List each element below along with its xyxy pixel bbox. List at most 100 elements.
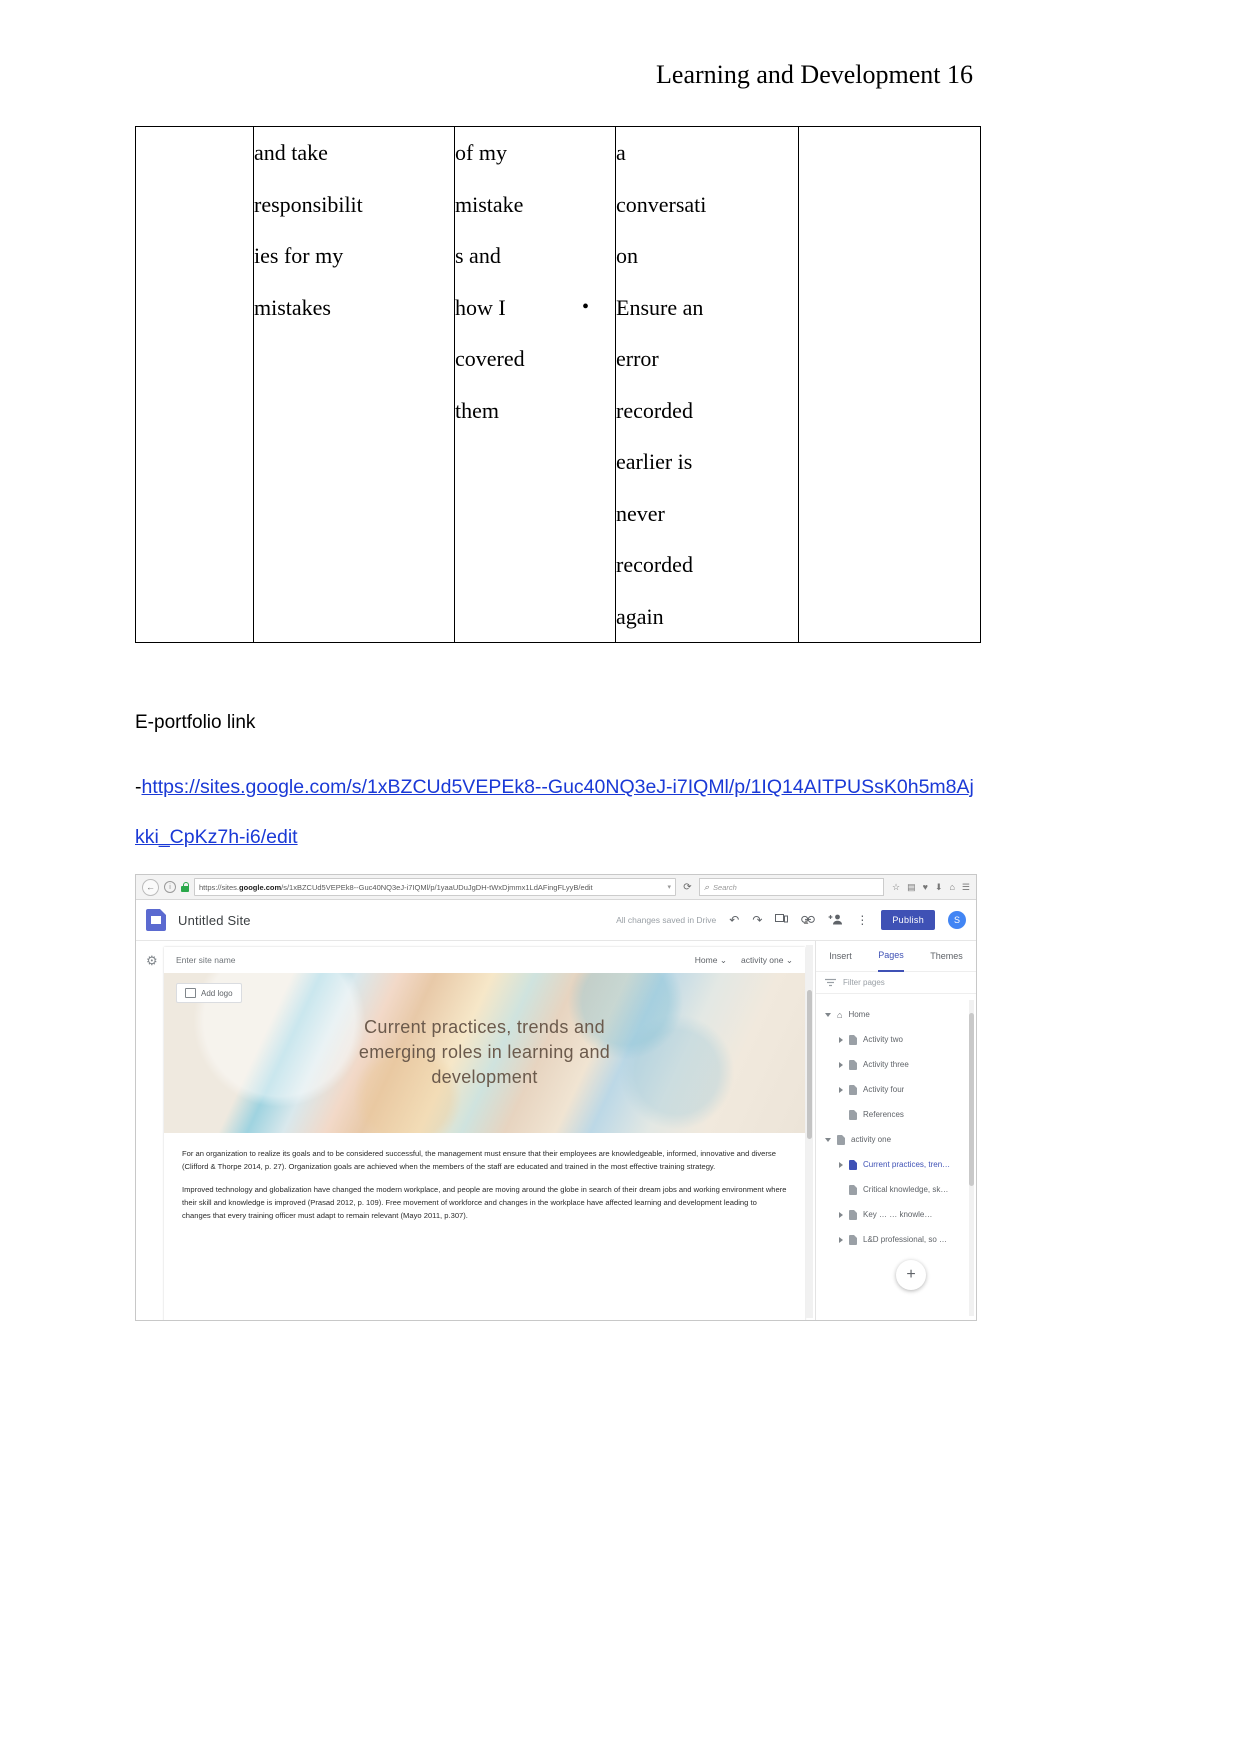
chevron-right-icon[interactable] <box>839 1211 843 1218</box>
url-prefix: https://sites. <box>199 882 240 892</box>
scrollbar-thumb[interactable] <box>969 1012 974 1187</box>
menu-icon[interactable]: ☰ <box>962 882 970 893</box>
chevron-down-icon[interactable] <box>825 1137 831 1142</box>
bookmark-star-icon[interactable]: ☆ <box>892 882 900 893</box>
tree-item-activity-four[interactable]: Activity four <box>816 1077 976 1102</box>
page-icon <box>849 1159 857 1170</box>
site-nav-links: Home ⌄ activity one ⌄ <box>695 955 793 966</box>
site-name-input[interactable]: Enter site name <box>176 955 236 965</box>
info-icon[interactable]: i <box>164 881 176 893</box>
chevron-down-icon[interactable] <box>825 1012 831 1017</box>
tree-label: Activity four <box>863 1085 905 1094</box>
home-icon[interactable]: ⌂ <box>949 882 954 892</box>
add-page-button[interactable]: + <box>896 1260 926 1290</box>
eportfolio-heading: E-portfolio link <box>135 712 256 733</box>
tree-label: Activity two <box>863 1035 904 1044</box>
chevron-right-icon[interactable] <box>839 1086 843 1093</box>
cell-line: of my <box>455 140 507 165</box>
image-icon <box>185 988 196 998</box>
chevron-right-icon[interactable] <box>839 1161 843 1168</box>
redo-icon[interactable]: ↷ <box>752 914 762 926</box>
tab-pages[interactable]: Pages <box>878 941 904 972</box>
nav-item-home[interactable]: Home ⌄ <box>695 955 727 966</box>
site-page-preview: Enter site name Home ⌄ activity one ⌄ Ad… <box>164 947 805 1320</box>
shield-icon[interactable]: ♥ <box>923 882 928 892</box>
tree-item-home[interactable]: ⌂ Home <box>816 1002 976 1027</box>
chevron-right-icon[interactable] <box>839 1061 843 1068</box>
table-cell-5 <box>798 126 981 643</box>
add-logo-label: Add logo <box>201 988 233 998</box>
tree-item-ld-professional[interactable]: L&D professional, so … <box>816 1227 976 1252</box>
save-status: All changes saved in Drive <box>616 915 717 925</box>
chevron-right-icon[interactable] <box>839 1236 843 1243</box>
home-icon: ⌂ <box>837 1009 843 1020</box>
hero-title-line: development <box>431 1067 538 1087</box>
publish-button[interactable]: Publish <box>881 910 935 930</box>
tree-item-references[interactable]: References <box>816 1102 976 1127</box>
back-icon[interactable]: ← <box>142 878 159 896</box>
paragraph: Improved technology and globalization ha… <box>182 1185 787 1220</box>
tree-item-key-knowledge[interactable]: Key … … knowle… <box>816 1202 976 1227</box>
collapse-arrow-icon[interactable]: ▲ <box>802 917 810 926</box>
tab-insert[interactable]: Insert <box>829 942 852 971</box>
cell-line: and take <box>254 140 328 165</box>
browser-search-box[interactable]: ⌕ Search <box>699 878 884 896</box>
tree-item-critical-knowledge[interactable]: Critical knowledge, sk… <box>816 1177 976 1202</box>
tree-item-current-practices[interactable]: Current practices, tren… <box>816 1152 976 1177</box>
url-suffix: /s/1xBZCUd5VEPEk8--Guc40NQ3eJ-i7IQMl/p/1… <box>281 882 593 892</box>
page-icon <box>837 1134 845 1145</box>
scrollbar-thumb[interactable] <box>807 989 812 1139</box>
browser-toolbar: ← i https://sites.google.com/s/1xBZCUd5V… <box>136 875 976 900</box>
address-bar[interactable]: https://sites.google.com/s/1xBZCUd5VEPEk… <box>194 878 676 896</box>
avatar[interactable]: S <box>948 911 966 929</box>
hero-title: Current practices, trends and emerging r… <box>164 1015 805 1090</box>
table-cell-2: and take responsibilit ies for my mistak… <box>253 126 455 643</box>
page-icon <box>849 1209 857 1220</box>
cell-line: Ensure an <box>616 294 704 320</box>
canvas-scrollbar[interactable] <box>806 945 813 1318</box>
cell-line: again <box>616 603 664 629</box>
panel-scrollbar[interactable] <box>969 1000 974 1316</box>
table-cell-1 <box>135 126 254 643</box>
chevron-right-icon[interactable] <box>839 1036 843 1043</box>
filter-pages-row[interactable]: Filter pages <box>816 972 976 994</box>
preview-icon-svg <box>775 914 789 923</box>
cell-line: how I <box>455 294 506 320</box>
cell-line: a <box>616 140 626 165</box>
chevron-down-icon[interactable]: ▾ <box>667 883 671 891</box>
url-line-2: pKz7h-i6/edit <box>183 826 298 848</box>
tree-item-activity-two[interactable]: Activity two <box>816 1027 976 1052</box>
tab-themes[interactable]: Themes <box>930 942 963 971</box>
library-icon[interactable]: ▤ <box>907 882 916 893</box>
add-logo-button[interactable]: Add logo <box>176 983 242 1003</box>
reload-icon[interactable]: ⟳ <box>681 882 694 893</box>
cell-line: s and <box>455 243 501 268</box>
nav-activity-one-label: activity one <box>740 954 784 965</box>
more-options-icon[interactable]: ⋮ <box>856 914 868 926</box>
site-content-text: For an organization to realize its goals… <box>164 1133 805 1222</box>
tree-item-activity-one[interactable]: activity one <box>816 1127 976 1152</box>
address-bar-text: https://sites.google.com/s/1xBZCUd5VEPEk… <box>199 883 663 892</box>
hero-title-line: Current practices, trends and <box>364 1017 605 1037</box>
preview-icon[interactable] <box>775 914 789 926</box>
download-icon[interactable]: ⬇ <box>935 882 943 893</box>
site-title[interactable]: Untitled Site <box>178 913 251 928</box>
site-nav-bar: Enter site name Home ⌄ activity one ⌄ <box>164 947 805 973</box>
eportfolio-link[interactable]: https://sites.google.com/s/1xBZCUd5VEPEk… <box>135 776 974 848</box>
tree-label: Current practices, tren… <box>863 1160 951 1169</box>
sites-body: ⚙ Enter site name Home ⌄ activity one ⌄ … <box>136 941 976 1320</box>
share-add-person-icon[interactable] <box>828 914 843 927</box>
hero-banner: Add logo Current practices, trends and e… <box>164 973 805 1133</box>
gear-icon[interactable]: ⚙ <box>146 953 158 969</box>
undo-icon[interactable]: ↶ <box>729 914 739 926</box>
page-icon <box>849 1034 857 1045</box>
nav-item-activity-one[interactable]: activity one ⌄ <box>741 955 793 966</box>
cell-line: conversati <box>616 191 707 217</box>
cell-line: ies for my <box>254 243 344 268</box>
page-icon <box>849 1059 857 1070</box>
cell-line: earlier is <box>616 449 693 474</box>
tree-label: activity one <box>851 1135 892 1144</box>
bullet-dot: • <box>582 295 590 318</box>
tree-item-activity-three[interactable]: Activity three <box>816 1052 976 1077</box>
cell-line: responsibilit <box>254 191 363 217</box>
